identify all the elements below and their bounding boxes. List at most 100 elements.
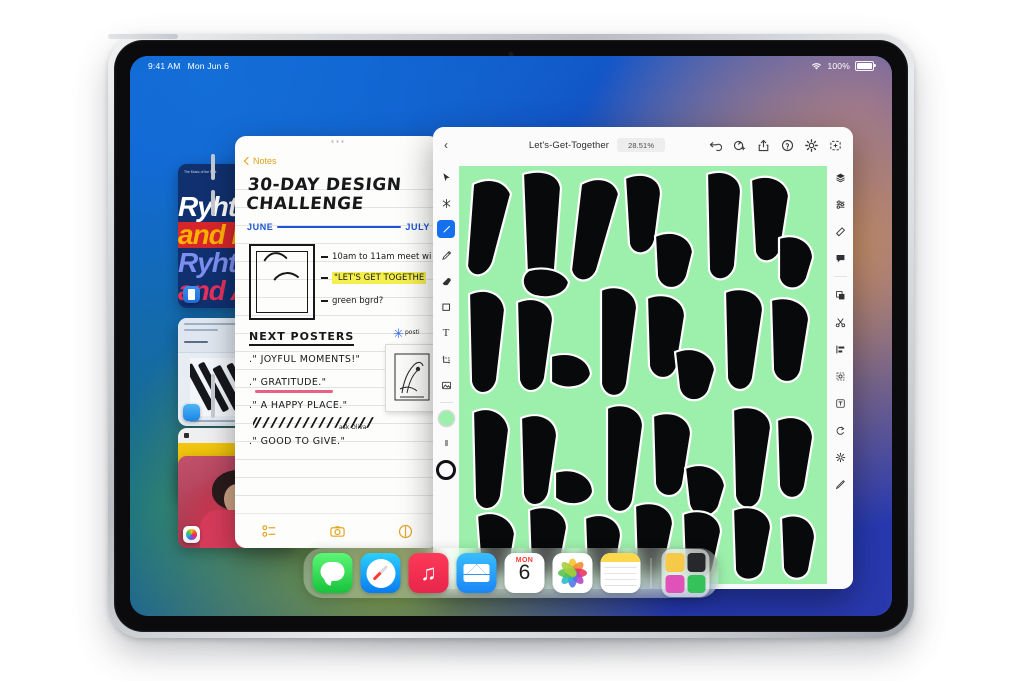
text-style-icon[interactable] — [831, 394, 849, 412]
page-title: Let's-Get-Together — [528, 139, 610, 151]
document-title-area: Let's-Get-Together 28.51% — [459, 138, 709, 152]
settings-gear-icon[interactable] — [805, 138, 818, 152]
list-item: ." GRATITUDE." — [249, 377, 327, 388]
volume-down-button[interactable] — [211, 190, 215, 216]
power-button[interactable] — [211, 374, 215, 418]
page-title: 30-DAY DESIGN CHALLENGE — [245, 175, 403, 214]
settings-icon[interactable] — [831, 448, 849, 466]
arc-rotate-icon[interactable] — [831, 421, 849, 439]
status-bar: 9:41 AM Mon Jun 6 100% — [130, 56, 892, 76]
notes-window[interactable]: Notes 30-DAY DESIGN CHALLENGE JUNE JULY — [235, 136, 440, 548]
divider — [833, 276, 847, 277]
list-item: green bgrd? — [321, 296, 383, 306]
notes-paper[interactable]: 30-DAY DESIGN CHALLENGE JUNE JULY 10am t… — [235, 172, 440, 514]
apple-pencil — [108, 34, 178, 39]
calendar-app[interactable]: MON 6 — [504, 553, 545, 593]
sketch-frame — [249, 244, 315, 320]
mail-app[interactable] — [456, 553, 497, 593]
month-start-label: JUNE — [247, 222, 274, 232]
messages-app[interactable] — [312, 553, 353, 593]
brush-tool[interactable] — [437, 220, 455, 238]
tools-sidebar[interactable]: T II — [433, 163, 459, 589]
text-tool[interactable]: T — [437, 324, 455, 342]
postit-label: posti — [405, 329, 420, 336]
checklist-text: 10am to 11am meet wi — [332, 252, 432, 262]
battery-percent: 100% — [827, 61, 850, 71]
status-time: 9:41 AM — [148, 61, 181, 71]
color-swatch[interactable] — [438, 411, 454, 426]
help-icon[interactable] — [781, 139, 794, 152]
artwork-canvas[interactable] — [459, 166, 827, 584]
stroke-width-indicator[interactable]: II — [437, 434, 455, 452]
duplicate-icon[interactable] — [831, 286, 849, 304]
list-item: ." JOYFUL MOMENTS!" — [249, 354, 361, 365]
transform-icon[interactable] — [831, 367, 849, 385]
checklist-text-highlighted: "LET'S GET TOGETHE — [332, 272, 427, 284]
month-end-label: JULY — [405, 222, 430, 232]
ipad-screen: 9:41 AM Mon Jun 6 100% The Music of the … — [130, 56, 892, 616]
ipad-device: 9:41 AM Mon Jun 6 100% The Music of the … — [108, 34, 914, 638]
markup-icon[interactable] — [398, 524, 413, 539]
pages-icon — [183, 286, 200, 303]
select-arrow-tool[interactable] — [437, 168, 455, 186]
zoom-level-badge[interactable]: 28.51% — [617, 138, 666, 152]
dock-divider — [650, 558, 652, 588]
window-grabber[interactable] — [331, 140, 344, 143]
status-date: Mon Jun 6 — [187, 61, 230, 71]
asterisk-icon: ✳ — [393, 326, 404, 341]
share-icon[interactable] — [757, 139, 770, 152]
divider — [439, 402, 453, 403]
calendar-day-number: 6 — [518, 561, 531, 584]
fullscreen-icon[interactable] — [829, 139, 842, 152]
annotation-text: ask Oliva — [339, 424, 367, 431]
align-icon[interactable] — [831, 340, 849, 358]
pencil-tool[interactable] — [437, 246, 455, 264]
shape-rectangle-tool[interactable] — [437, 298, 455, 316]
redo-add-icon[interactable] — [733, 139, 746, 152]
scissors-cut-icon[interactable] — [831, 313, 849, 331]
panels-sidebar[interactable] — [827, 163, 853, 589]
photos-icon — [183, 526, 200, 543]
appstore-mini-icon — [665, 574, 684, 593]
app-toolbar[interactable]: ‹ Let's-Get-Together 28.51% — [433, 127, 853, 164]
canvas-area[interactable] — [459, 163, 827, 589]
image-tool[interactable] — [437, 376, 455, 394]
brush-library-icon[interactable] — [831, 222, 849, 240]
brush-preview-icon[interactable] — [436, 460, 456, 480]
volume-up-button[interactable] — [211, 154, 215, 180]
camera-icon[interactable] — [330, 524, 345, 539]
drawing-app-window[interactable]: ‹ Let's-Get-Together 28.51% T II — [433, 127, 853, 589]
app-folder[interactable] — [661, 549, 710, 597]
comment-icon[interactable] — [831, 249, 849, 267]
eraser-tool[interactable] — [437, 272, 455, 290]
timeline-rule — [277, 225, 402, 229]
node-edit-tool[interactable] — [437, 194, 455, 212]
checklist-text: green bgrd? — [332, 296, 384, 306]
adjustments-icon[interactable] — [831, 195, 849, 213]
checklist-icon[interactable] — [261, 524, 277, 539]
page-title-line1: 30-DAY DESIGN — [247, 175, 403, 195]
brush-lettering-artwork — [465, 170, 817, 582]
notes-toolbar[interactable] — [235, 513, 440, 548]
music-app[interactable]: ♫ — [408, 553, 449, 593]
back-button[interactable]: ‹ — [433, 138, 459, 152]
timeline-row: JUNE JULY — [247, 222, 430, 232]
photos-app[interactable] — [552, 553, 593, 593]
section-title: NEXT POSTERS — [249, 330, 355, 346]
chevron-left-icon — [243, 156, 253, 166]
scene: 9:41 AM Mon Jun 6 100% The Music of the … — [0, 0, 1024, 681]
layers-icon[interactable] — [831, 168, 849, 186]
dock[interactable]: ♫ MON 6 — [303, 548, 719, 598]
notes-back-button[interactable]: Notes — [243, 156, 277, 166]
file-app-icon — [183, 404, 200, 421]
safari-app[interactable] — [360, 553, 401, 593]
toolbar-icons[interactable] — [709, 138, 853, 152]
wifi-icon — [812, 62, 822, 70]
pen-edit-icon[interactable] — [831, 475, 849, 493]
undo-icon[interactable] — [709, 139, 723, 152]
sketch-sticker[interactable] — [385, 344, 439, 412]
notes-back-label: Notes — [253, 156, 277, 166]
crop-transform-tool[interactable] — [437, 350, 455, 368]
notes-app[interactable] — [600, 553, 641, 593]
figure-sketch-icon — [394, 353, 430, 401]
